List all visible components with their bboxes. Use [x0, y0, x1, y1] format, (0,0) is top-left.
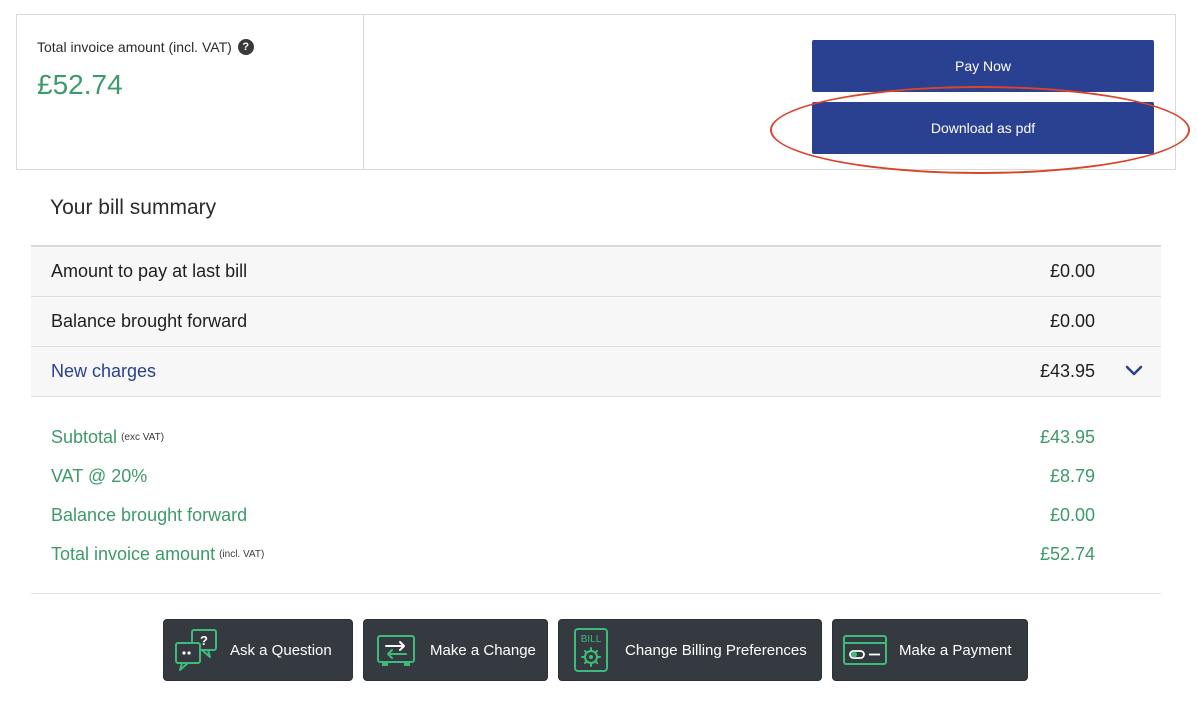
total-line-label: Total invoice amount: [51, 544, 216, 564]
make-change-button[interactable]: Make a Change: [363, 619, 548, 681]
card-icon: [843, 635, 887, 665]
download-pdf-button[interactable]: Download as pdf: [812, 102, 1154, 154]
total-line-label: VAT @ 20%: [51, 466, 148, 486]
invoice-card: Total invoice amount (incl. VAT) ? £52.7…: [16, 14, 1176, 170]
make-payment-label: Make a Payment: [899, 641, 1012, 659]
invoice-total-panel: Total invoice amount (incl. VAT) ? £52.7…: [17, 15, 364, 169]
total-line-value: £43.95: [1039, 427, 1095, 447]
summary-row-value: £43.95: [1039, 361, 1095, 381]
total-line-label: Balance brought forward: [51, 505, 248, 525]
make-payment-button[interactable]: Make a Payment: [832, 619, 1028, 681]
total-line-vat: VAT @ 20% £8.79: [31, 457, 1161, 496]
change-billing-preferences-button[interactable]: BILL Change Billing Preferences: [558, 619, 822, 681]
bill-summary-table: Amount to pay at last bill £0.00 Balance…: [31, 245, 1161, 397]
summary-row-last-bill: Amount to pay at last bill £0.00: [31, 247, 1161, 297]
make-change-label: Make a Change: [430, 641, 536, 659]
bill-summary-title: Your bill summary: [50, 196, 217, 219]
summary-row-value: £0.00: [1049, 261, 1095, 281]
summary-row-value: £0.00: [1049, 311, 1095, 331]
total-line-total: Total invoice amount (incl. VAT) £52.74: [31, 535, 1161, 574]
summary-row-label: Amount to pay at last bill: [51, 261, 248, 281]
help-icon[interactable]: ?: [237, 39, 254, 55]
summary-row-balance: Balance brought forward £0.00: [31, 297, 1161, 347]
change-billing-preferences-label: Change Billing Preferences: [625, 641, 807, 659]
total-line-note: (incl. VAT): [219, 549, 265, 560]
ask-question-button[interactable]: ? Ask a Question: [163, 619, 353, 681]
bill-settings-icon: BILL: [574, 628, 608, 672]
total-line-label: Subtotal: [51, 427, 118, 447]
total-line-value: £0.00: [1049, 505, 1095, 525]
new-charges-link[interactable]: New charges: [51, 361, 156, 382]
total-line-note: (exc VAT): [121, 432, 165, 443]
totals-section: Subtotal (exc VAT) £43.95 VAT @ 20% £8.7…: [31, 418, 1161, 574]
svg-text:?: ?: [200, 633, 208, 648]
svg-text:BILL: BILL: [581, 634, 602, 645]
exchange-icon: [377, 635, 415, 666]
summary-row-label: Balance brought forward: [51, 311, 248, 331]
section-divider: [31, 593, 1161, 594]
summary-row-new-charges[interactable]: New charges £43.95: [31, 347, 1161, 397]
total-line-value: £8.79: [1049, 466, 1095, 486]
total-line-balance: Balance brought forward £0.00: [31, 496, 1161, 535]
total-line-value: £52.74: [1039, 544, 1095, 564]
total-line-subtotal: Subtotal (exc VAT) £43.95: [31, 418, 1161, 457]
total-invoice-value: £52.74: [37, 69, 123, 100]
total-invoice-label-text: Total invoice amount (incl. VAT): [37, 39, 232, 55]
ask-question-label: Ask a Question: [230, 641, 332, 659]
chevron-down-icon[interactable]: [1125, 364, 1143, 378]
pay-now-button[interactable]: Pay Now: [812, 40, 1154, 92]
question-chat-icon: ?: [175, 629, 217, 671]
total-invoice-label: Total invoice amount (incl. VAT) ?: [37, 39, 343, 55]
